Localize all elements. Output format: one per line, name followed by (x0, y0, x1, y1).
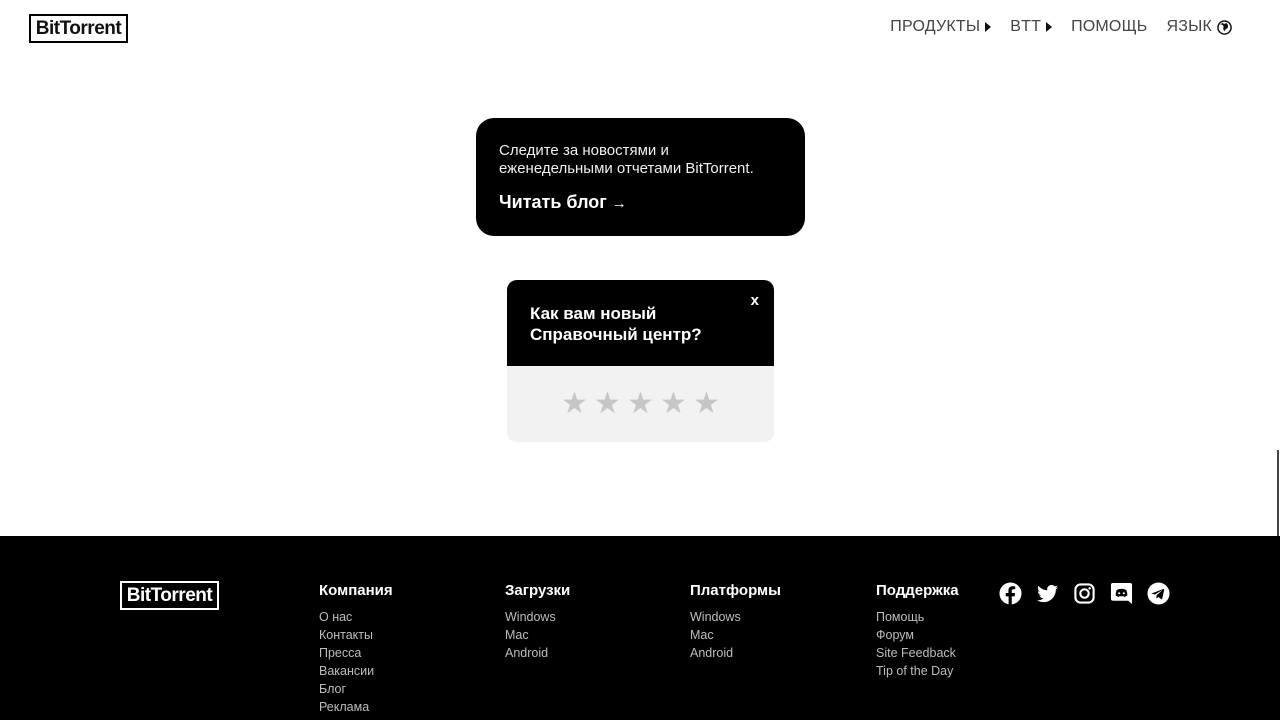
rating-question-line1: Как вам новый (530, 304, 657, 323)
footer-column-title: Поддержка (876, 582, 959, 599)
top-navigation: ПРОДУКТЫ BTT ПОМОЩЬ ЯЗЫК (890, 18, 1232, 36)
footer-logo[interactable]: BitTorrent (120, 581, 219, 610)
header-logo[interactable]: BitTorrent (29, 14, 128, 43)
triangle-right-icon (985, 22, 992, 32)
nav-help[interactable]: ПОМОЩЬ (1071, 18, 1147, 36)
triangle-right-icon (1046, 22, 1053, 32)
star-icon-2[interactable]: ★ (594, 386, 622, 422)
facebook-icon[interactable] (999, 582, 1022, 605)
footer-link-help[interactable]: Помощь (876, 608, 959, 626)
rating-widget: Как вам новый Справочный центр? x ★ ★ ★ … (507, 280, 774, 442)
footer-column-title: Компания (319, 582, 393, 599)
read-blog-label: Читать блог (499, 192, 607, 212)
rating-question-line2: Справочный центр? (530, 325, 702, 344)
star-icon-4[interactable]: ★ (660, 386, 688, 422)
nav-btt-label: BTT (1010, 18, 1042, 35)
footer-link-windows[interactable]: Windows (690, 608, 781, 626)
footer-column-company: Компания О нас Контакты Пресса Вакансии … (319, 582, 393, 716)
footer-link-tip-of-the-day[interactable]: Tip of the Day (876, 662, 959, 680)
twitter-icon[interactable] (1036, 582, 1059, 605)
footer: BitTorrent Компания О нас Контакты Пресс… (0, 536, 1280, 720)
instagram-icon[interactable] (1073, 582, 1096, 605)
footer-link-android[interactable]: Android (690, 644, 781, 662)
footer-link-mac[interactable]: Mac (690, 626, 781, 644)
rating-header: Как вам новый Справочный центр? x (507, 280, 774, 366)
discord-icon[interactable] (1110, 582, 1133, 605)
telegram-icon[interactable] (1147, 582, 1170, 605)
nav-language-label: ЯЗЫК (1166, 18, 1212, 35)
star-rating: ★ ★ ★ ★ ★ (507, 366, 774, 422)
footer-column-platforms: Платформы Windows Mac Android (690, 582, 781, 662)
social-links (999, 582, 1170, 605)
footer-link-press[interactable]: Пресса (319, 644, 393, 662)
footer-column-support: Поддержка Помощь Форум Site Feedback Tip… (876, 582, 959, 680)
footer-column-title: Загрузки (505, 582, 571, 599)
footer-link-about[interactable]: О нас (319, 608, 393, 626)
globe-icon (1217, 19, 1232, 35)
footer-link-site-feedback[interactable]: Site Feedback (876, 644, 959, 662)
nav-language[interactable]: ЯЗЫК (1166, 18, 1232, 36)
footer-link-contacts[interactable]: Контакты (319, 626, 393, 644)
nav-btt[interactable]: BTT (1010, 18, 1053, 36)
nav-products-label: ПРОДУКТЫ (890, 18, 981, 35)
footer-link-mac[interactable]: Mac (505, 626, 570, 644)
footer-link-advertising[interactable]: Реклама (319, 698, 393, 716)
arrow-right-icon: → (611, 195, 627, 212)
star-icon-3[interactable]: ★ (627, 386, 655, 422)
footer-link-forum[interactable]: Форум (876, 626, 959, 644)
footer-column-downloads: Загрузки Windows Mac Android (505, 582, 570, 662)
star-icon-1[interactable]: ★ (561, 386, 589, 422)
blog-description: Следите за новостями и еженедельными отч… (499, 142, 754, 177)
footer-link-android[interactable]: Android (505, 644, 570, 662)
rating-question: Как вам новый Справочный центр? (530, 303, 752, 345)
read-blog-link[interactable]: Читать блог → (499, 192, 783, 213)
footer-column-title: Платформы (690, 582, 781, 599)
nav-help-label: ПОМОЩЬ (1071, 18, 1148, 35)
star-icon-5[interactable]: ★ (693, 386, 721, 422)
blog-promo-card: Следите за новостями и еженедельными отч… (476, 118, 805, 236)
footer-link-blog[interactable]: Блог (319, 680, 393, 698)
nav-products[interactable]: ПРОДУКТЫ (890, 18, 992, 36)
close-icon[interactable]: x (751, 292, 759, 309)
footer-link-windows[interactable]: Windows (505, 608, 570, 626)
footer-link-careers[interactable]: Вакансии (319, 662, 393, 680)
